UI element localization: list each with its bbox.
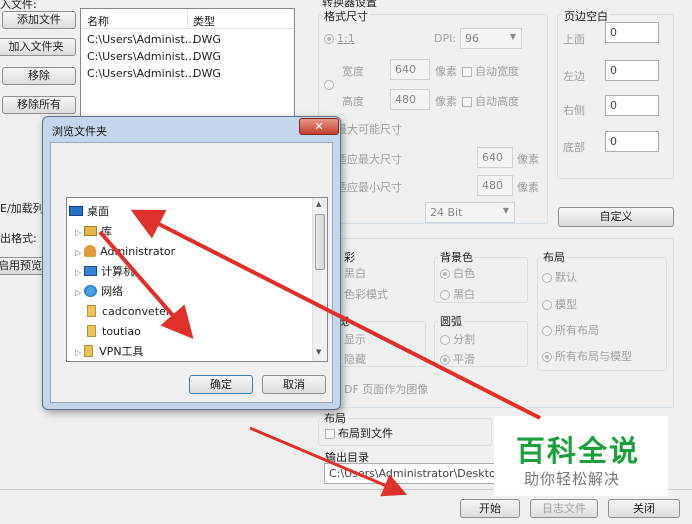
arrow-to-tree: [98, 230, 194, 340]
arrow-to-output: [249, 426, 408, 497]
arrow-to-desktop: [130, 209, 541, 420]
annotation-arrows: [98, 209, 541, 497]
